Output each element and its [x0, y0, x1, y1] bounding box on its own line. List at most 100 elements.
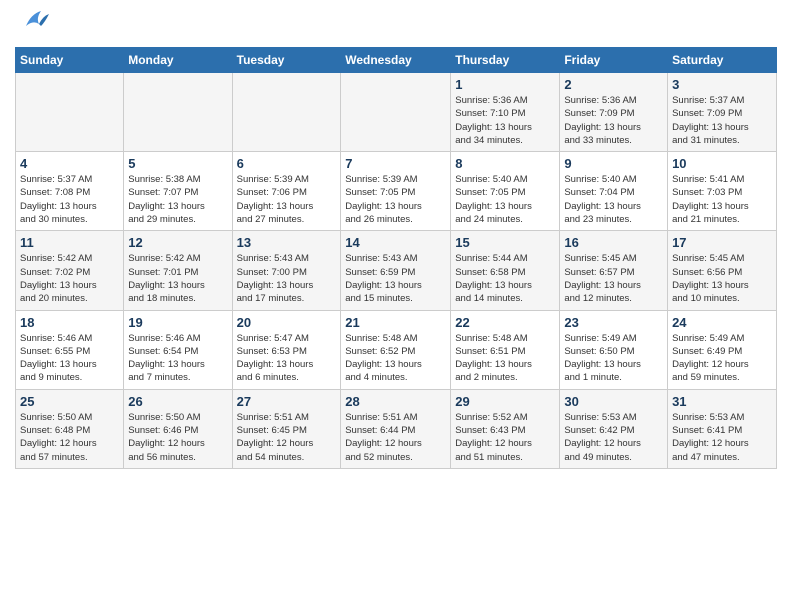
- day-cell: 27Sunrise: 5:51 AM Sunset: 6:45 PM Dayli…: [232, 389, 341, 468]
- day-info: Sunrise: 5:46 AM Sunset: 6:55 PM Dayligh…: [20, 332, 119, 385]
- day-info: Sunrise: 5:45 AM Sunset: 6:56 PM Dayligh…: [672, 252, 772, 305]
- day-cell: 3 Sunrise: 5:37 AM Sunset: 7:09 PM Daylig…: [668, 73, 777, 152]
- day-info: Sunrise: 5:37 AM Sunset: 7:08 PM Dayligh…: [20, 173, 119, 226]
- day-number: 15: [455, 235, 555, 250]
- day-number: 24: [672, 315, 772, 330]
- day-cell: 13 Sunrise: 5:43 AM Sunset: 7:00 PM Dayli…: [232, 231, 341, 310]
- day-number: 1: [455, 77, 555, 92]
- header: [15, 10, 777, 41]
- day-number: 30: [564, 394, 663, 409]
- day-info: Sunrise: 5:53 AM Sunset: 6:41 PM Dayligh…: [672, 411, 772, 464]
- day-cell: 4Sunrise: 5:37 AM Sunset: 7:08 PM Daylig…: [16, 152, 124, 231]
- day-cell: 28 Sunrise: 5:51 AM Sunset: 6:44 PM Dayli…: [341, 389, 451, 468]
- day-cell: 14Sunrise: 5:43 AM Sunset: 6:59 PM Dayli…: [341, 231, 451, 310]
- day-cell: 6 Sunrise: 5:39 AM Sunset: 7:06 PM Daylig…: [232, 152, 341, 231]
- calendar-body: 1 Sunrise: 5:36 AM Sunset: 7:10 PM Daylig…: [16, 73, 777, 469]
- day-number: 26: [128, 394, 227, 409]
- day-number: 7: [345, 156, 446, 171]
- day-cell: 31 Sunrise: 5:53 AM Sunset: 6:41 PM Dayli…: [668, 389, 777, 468]
- day-number: 16: [564, 235, 663, 250]
- day-info: Sunrise: 5:42 AM Sunset: 7:02 PM Dayligh…: [20, 252, 119, 305]
- header-row: Sunday Monday Tuesday Wednesday Thursday…: [16, 48, 777, 73]
- col-tuesday: Tuesday: [232, 48, 341, 73]
- day-cell: 22Sunrise: 5:48 AM Sunset: 6:51 PM Dayli…: [451, 310, 560, 389]
- day-number: 5: [128, 156, 227, 171]
- day-cell: 25Sunrise: 5:50 AM Sunset: 6:48 PM Dayli…: [16, 389, 124, 468]
- day-cell: 20Sunrise: 5:47 AM Sunset: 6:53 PM Dayli…: [232, 310, 341, 389]
- day-info: Sunrise: 5:41 AM Sunset: 7:03 PM Dayligh…: [672, 173, 772, 226]
- day-number: 11: [20, 235, 119, 250]
- day-info: Sunrise: 5:48 AM Sunset: 6:52 PM Dayligh…: [345, 332, 446, 385]
- day-info: Sunrise: 5:49 AM Sunset: 6:49 PM Dayligh…: [672, 332, 772, 385]
- day-number: 6: [237, 156, 337, 171]
- day-number: 8: [455, 156, 555, 171]
- day-info: Sunrise: 5:50 AM Sunset: 6:46 PM Dayligh…: [128, 411, 227, 464]
- col-monday: Monday: [124, 48, 232, 73]
- day-cell: 9Sunrise: 5:40 AM Sunset: 7:04 PM Daylig…: [560, 152, 668, 231]
- day-info: Sunrise: 5:49 AM Sunset: 6:50 PM Dayligh…: [564, 332, 663, 385]
- day-cell: 8 Sunrise: 5:40 AM Sunset: 7:05 PM Daylig…: [451, 152, 560, 231]
- day-cell: 19Sunrise: 5:46 AM Sunset: 6:54 PM Dayli…: [124, 310, 232, 389]
- day-info: Sunrise: 5:52 AM Sunset: 6:43 PM Dayligh…: [455, 411, 555, 464]
- day-cell: 15 Sunrise: 5:44 AM Sunset: 6:58 PM Dayli…: [451, 231, 560, 310]
- day-cell: 7Sunrise: 5:39 AM Sunset: 7:05 PM Daylig…: [341, 152, 451, 231]
- day-info: Sunrise: 5:40 AM Sunset: 7:04 PM Dayligh…: [564, 173, 663, 226]
- day-info: Sunrise: 5:38 AM Sunset: 7:07 PM Dayligh…: [128, 173, 227, 226]
- day-cell: 1 Sunrise: 5:36 AM Sunset: 7:10 PM Daylig…: [451, 73, 560, 152]
- day-cell: 2Sunrise: 5:36 AM Sunset: 7:09 PM Daylig…: [560, 73, 668, 152]
- day-number: 28: [345, 394, 446, 409]
- day-cell: 5 Sunrise: 5:38 AM Sunset: 7:07 PM Daylig…: [124, 152, 232, 231]
- day-number: 29: [455, 394, 555, 409]
- day-number: 3: [672, 77, 772, 92]
- day-info: Sunrise: 5:45 AM Sunset: 6:57 PM Dayligh…: [564, 252, 663, 305]
- day-cell: 10 Sunrise: 5:41 AM Sunset: 7:03 PM Dayli…: [668, 152, 777, 231]
- day-number: 23: [564, 315, 663, 330]
- day-number: 20: [237, 315, 337, 330]
- main-container: Sunday Monday Tuesday Wednesday Thursday…: [0, 0, 792, 474]
- day-cell: [16, 73, 124, 152]
- day-info: Sunrise: 5:37 AM Sunset: 7:09 PM Dayligh…: [672, 94, 772, 147]
- day-cell: [232, 73, 341, 152]
- day-number: 12: [128, 235, 227, 250]
- day-info: Sunrise: 5:40 AM Sunset: 7:05 PM Dayligh…: [455, 173, 555, 226]
- day-info: Sunrise: 5:51 AM Sunset: 6:45 PM Dayligh…: [237, 411, 337, 464]
- day-cell: 12 Sunrise: 5:42 AM Sunset: 7:01 PM Dayli…: [124, 231, 232, 310]
- day-number: 13: [237, 235, 337, 250]
- day-cell: 21 Sunrise: 5:48 AM Sunset: 6:52 PM Dayli…: [341, 310, 451, 389]
- day-info: Sunrise: 5:39 AM Sunset: 7:06 PM Dayligh…: [237, 173, 337, 226]
- col-sunday: Sunday: [16, 48, 124, 73]
- logo: [15, 10, 51, 41]
- week-row-4: 18Sunrise: 5:46 AM Sunset: 6:55 PM Dayli…: [16, 310, 777, 389]
- day-cell: 18Sunrise: 5:46 AM Sunset: 6:55 PM Dayli…: [16, 310, 124, 389]
- day-number: 22: [455, 315, 555, 330]
- col-thursday: Thursday: [451, 48, 560, 73]
- day-info: Sunrise: 5:43 AM Sunset: 6:59 PM Dayligh…: [345, 252, 446, 305]
- week-row-5: 25Sunrise: 5:50 AM Sunset: 6:48 PM Dayli…: [16, 389, 777, 468]
- week-row-2: 4Sunrise: 5:37 AM Sunset: 7:08 PM Daylig…: [16, 152, 777, 231]
- week-row-3: 11 Sunrise: 5:42 AM Sunset: 7:02 PM Dayli…: [16, 231, 777, 310]
- day-number: 10: [672, 156, 772, 171]
- day-cell: 26 Sunrise: 5:50 AM Sunset: 6:46 PM Dayli…: [124, 389, 232, 468]
- day-cell: 29 Sunrise: 5:52 AM Sunset: 6:43 PM Dayli…: [451, 389, 560, 468]
- col-friday: Friday: [560, 48, 668, 73]
- day-info: Sunrise: 5:51 AM Sunset: 6:44 PM Dayligh…: [345, 411, 446, 464]
- day-info: Sunrise: 5:43 AM Sunset: 7:00 PM Dayligh…: [237, 252, 337, 305]
- day-info: Sunrise: 5:36 AM Sunset: 7:10 PM Dayligh…: [455, 94, 555, 147]
- col-wednesday: Wednesday: [341, 48, 451, 73]
- week-row-1: 1 Sunrise: 5:36 AM Sunset: 7:10 PM Daylig…: [16, 73, 777, 152]
- day-cell: 16 Sunrise: 5:45 AM Sunset: 6:57 PM Dayli…: [560, 231, 668, 310]
- day-cell: 17Sunrise: 5:45 AM Sunset: 6:56 PM Dayli…: [668, 231, 777, 310]
- day-info: Sunrise: 5:50 AM Sunset: 6:48 PM Dayligh…: [20, 411, 119, 464]
- day-cell: 30 Sunrise: 5:53 AM Sunset: 6:42 PM Dayli…: [560, 389, 668, 468]
- day-info: Sunrise: 5:53 AM Sunset: 6:42 PM Dayligh…: [564, 411, 663, 464]
- day-info: Sunrise: 5:42 AM Sunset: 7:01 PM Dayligh…: [128, 252, 227, 305]
- day-number: 31: [672, 394, 772, 409]
- day-info: Sunrise: 5:44 AM Sunset: 6:58 PM Dayligh…: [455, 252, 555, 305]
- day-cell: 11 Sunrise: 5:42 AM Sunset: 7:02 PM Dayli…: [16, 231, 124, 310]
- day-number: 19: [128, 315, 227, 330]
- logo-bird-icon: [21, 6, 51, 41]
- day-cell: 23 Sunrise: 5:49 AM Sunset: 6:50 PM Dayli…: [560, 310, 668, 389]
- calendar-table: Sunday Monday Tuesday Wednesday Thursday…: [15, 47, 777, 469]
- day-cell: [341, 73, 451, 152]
- day-number: 21: [345, 315, 446, 330]
